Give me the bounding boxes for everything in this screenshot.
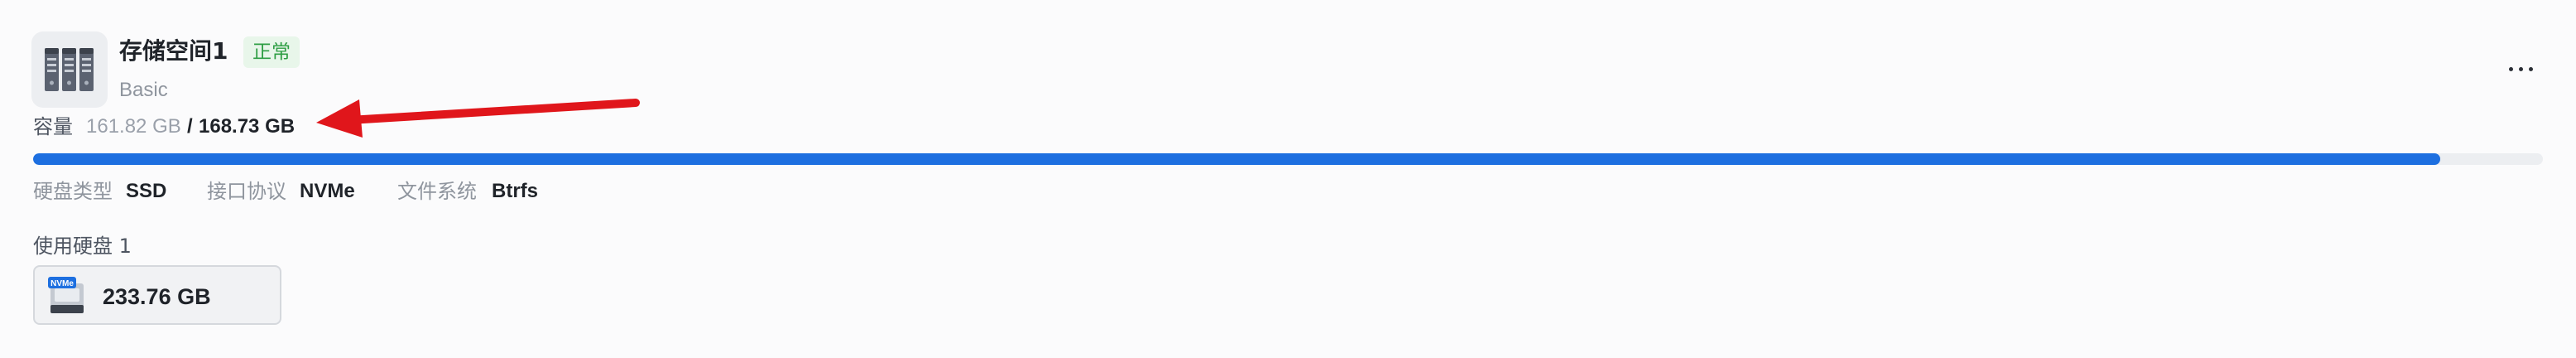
storage-pool-icon xyxy=(31,31,108,108)
status-badge: 正常 xyxy=(243,36,300,68)
annotation-arrow xyxy=(316,99,640,138)
more-dot xyxy=(2509,67,2513,71)
nvme-ssd-icon: NVMe xyxy=(48,277,84,313)
interface-value: NVMe xyxy=(300,180,355,202)
disk-type-label: 硬盘类型 xyxy=(33,180,113,203)
more-button[interactable] xyxy=(2505,56,2538,81)
pool-name: 存储空间1 xyxy=(119,37,228,65)
storage-pool-card: 存储空间1 正常 Basic 容量 161.82 GB / 168.73 GB … xyxy=(0,0,2576,358)
more-dot xyxy=(2519,67,2523,71)
capacity-separator: / xyxy=(187,115,193,138)
filesystem-label: 文件系统 xyxy=(397,180,477,203)
used-disks-label: 使用硬盘 1 xyxy=(33,235,132,258)
more-dot xyxy=(2529,67,2533,71)
disk-icon-badge: NVMe xyxy=(50,279,74,288)
disk-chip[interactable]: NVMe 233.76 GB xyxy=(33,265,281,325)
capacity-used: 161.82 GB xyxy=(86,115,181,138)
disk-size: 233.76 GB xyxy=(103,284,211,309)
disk-type-value: SSD xyxy=(126,180,167,202)
filesystem-value: Btrfs xyxy=(492,180,539,202)
capacity-progress-bar xyxy=(33,153,2543,165)
capacity-label: 容量 xyxy=(33,115,73,138)
capacity-total: 168.73 GB xyxy=(199,115,296,138)
pool-type: Basic xyxy=(119,79,168,101)
interface-label: 接口协议 xyxy=(207,180,286,203)
capacity-progress-fill xyxy=(33,153,2440,165)
